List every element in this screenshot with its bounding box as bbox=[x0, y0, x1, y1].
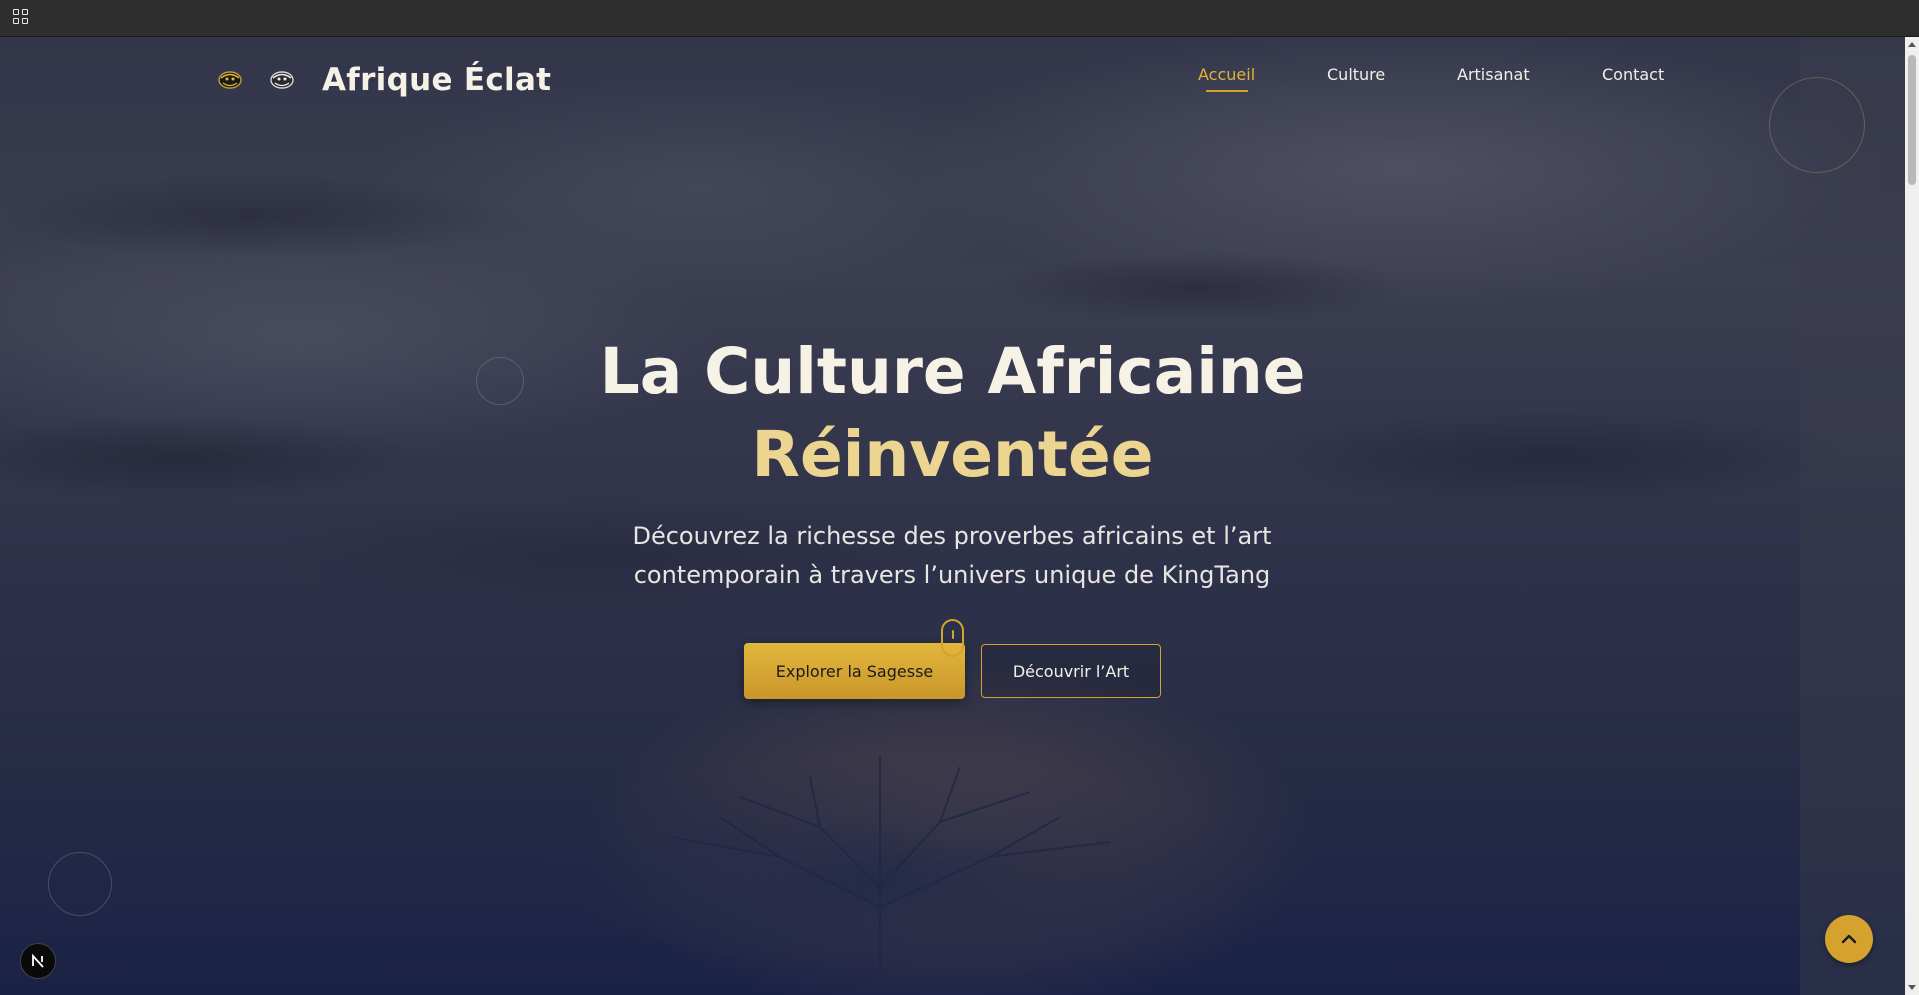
browser-toolbar bbox=[0, 0, 1919, 37]
apps-grid-icon[interactable] bbox=[13, 9, 29, 25]
mask-logo-icon bbox=[218, 71, 242, 89]
nav-link-artisanat[interactable]: Artisanat bbox=[1457, 65, 1530, 84]
acacia-tree-silhouette bbox=[540, 747, 1220, 995]
explore-wisdom-button[interactable]: Explorer la Sagesse bbox=[744, 643, 965, 699]
nav-link-accueil[interactable]: Accueil bbox=[1198, 65, 1255, 84]
scrollbar-thumb[interactable] bbox=[1908, 55, 1916, 185]
hero-subtitle: Découvrez la richesse des proverbes afri… bbox=[602, 517, 1302, 595]
discover-art-button[interactable]: Découvrir l’Art bbox=[981, 644, 1161, 698]
brand-name: Afrique Éclat bbox=[322, 62, 552, 98]
decorative-ring bbox=[48, 852, 112, 916]
side-panel-overlay bbox=[1800, 37, 1905, 995]
decorative-ring bbox=[1769, 77, 1865, 173]
back-to-top-button[interactable] bbox=[1825, 915, 1873, 963]
hero-subtitle-line1: Découvrez la richesse des proverbes afri… bbox=[632, 522, 1272, 550]
hero-subtitle-line2: contemporain à travers l’univers unique … bbox=[633, 561, 1271, 589]
scroll-up-arrow-icon[interactable] bbox=[1908, 42, 1916, 47]
hero-title: La Culture Africaine bbox=[599, 335, 1306, 408]
site-logo[interactable]: Afrique Éclat bbox=[218, 60, 551, 100]
scroll-down-arrow-icon[interactable] bbox=[1908, 985, 1916, 990]
scroll-indicator-icon bbox=[941, 619, 964, 657]
nav-link-culture[interactable]: Culture bbox=[1327, 65, 1385, 84]
nextjs-dev-badge[interactable] bbox=[20, 943, 56, 979]
nav-link-contact[interactable]: Contact bbox=[1602, 65, 1664, 84]
nextjs-logo-icon bbox=[32, 953, 44, 968]
chevron-up-icon bbox=[1841, 934, 1857, 944]
hero-title-highlight: Réinventée bbox=[751, 418, 1154, 491]
hero-section: Afrique Éclat Accueil Culture Artisanat … bbox=[0, 37, 1905, 995]
mask-logo-light-icon bbox=[270, 71, 294, 89]
page-scrollbar[interactable] bbox=[1905, 37, 1919, 995]
active-nav-underline bbox=[1206, 90, 1248, 92]
